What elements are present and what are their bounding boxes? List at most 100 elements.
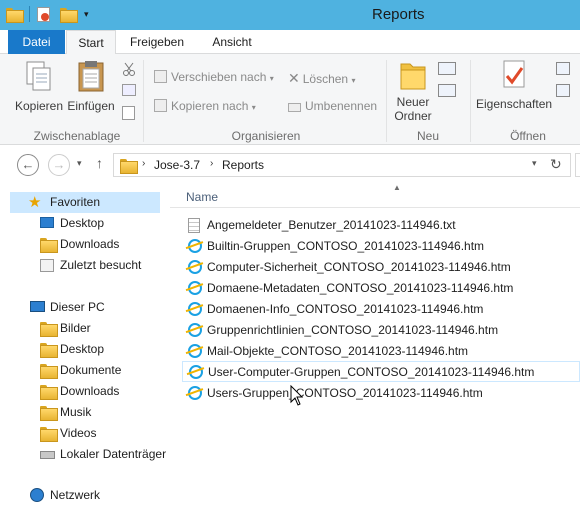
delete-label: Löschen <box>302 72 349 86</box>
nav-item-desktop[interactable]: Desktop <box>38 213 168 234</box>
recent-locations-dropdown[interactable]: ▾ <box>77 158 82 169</box>
breadcrumb-separator-icon[interactable]: › <box>210 158 213 169</box>
nav-item-label: Downloads <box>60 237 120 251</box>
copy-to-button[interactable]: Kopieren nach ▾ <box>154 99 256 113</box>
file-name: Angemeldeter_Benutzer_20141023-114946.tx… <box>207 218 456 232</box>
breadcrumb-separator-icon[interactable]: › <box>142 158 145 169</box>
nav-item-this-pc[interactable]: Dieser PC <box>10 297 160 318</box>
list-item[interactable]: Domaene-Metadaten_CONTOSO_20141023-11494… <box>182 278 580 299</box>
new-group-label: Neu <box>416 129 439 143</box>
edit-icon[interactable] <box>556 84 570 97</box>
ie-html-icon <box>188 239 202 253</box>
properties-quick-icon[interactable] <box>37 6 50 22</box>
tab-share[interactable]: Freigeben <box>124 30 190 54</box>
sort-ascending-icon: ▲ <box>393 183 401 192</box>
nav-item-pictures[interactable]: Bilder <box>38 318 168 339</box>
new-folder-label-1: Neuer <box>396 95 430 109</box>
tab-file[interactable]: Datei <box>8 30 65 54</box>
copy-path-icon[interactable] <box>122 84 136 96</box>
nav-item-network[interactable]: Netzwerk <box>10 485 160 506</box>
file-name: Builtin-Gruppen_CONTOSO_20141023-114946.… <box>207 239 485 253</box>
title-bar: ▾ Reports <box>0 0 580 30</box>
rename-button[interactable]: Umbenennen <box>288 99 377 113</box>
breadcrumb-item[interactable]: Reports <box>222 158 264 172</box>
quick-access-toolbar: ▾ <box>6 6 89 23</box>
address-dropdown-icon[interactable]: ▾ <box>532 158 537 169</box>
new-item-icon[interactable] <box>438 62 456 75</box>
folder-icon <box>120 159 138 174</box>
breadcrumb-item[interactable]: Jose-3.7 <box>154 158 200 172</box>
videos-folder-icon <box>40 427 58 442</box>
paste-button[interactable]: Einfügen <box>66 60 116 113</box>
tab-view[interactable]: Ansicht <box>204 30 260 54</box>
new-folder-button[interactable]: Neuer Ordner <box>392 58 434 123</box>
open-icon[interactable] <box>556 62 570 75</box>
nav-item-documents[interactable]: Dokumente <box>38 360 168 381</box>
navigation-pane: ★ Favoriten Desktop Downloads Zuletzt be… <box>0 183 170 506</box>
search-input[interactable] <box>575 153 580 177</box>
nav-item-pc-downloads[interactable]: Downloads <box>38 381 168 402</box>
copy-to-icon <box>154 99 167 112</box>
nav-item-downloads[interactable]: Downloads <box>38 234 168 255</box>
downloads-folder-icon <box>40 238 58 253</box>
list-item[interactable]: Mail-Objekte_CONTOSO_20141023-114946.htm <box>182 341 580 362</box>
list-item[interactable]: Builtin-Gruppen_CONTOSO_20141023-114946.… <box>182 236 580 257</box>
move-to-icon <box>154 70 167 83</box>
file-name: Mail-Objekte_CONTOSO_20141023-114946.htm <box>207 344 469 358</box>
desktop-folder-icon <box>40 343 58 358</box>
window-title: Reports <box>372 6 425 23</box>
back-button[interactable]: ← <box>17 154 39 176</box>
nav-item-label: Bilder <box>60 321 91 335</box>
ie-html-icon <box>188 302 202 316</box>
new-folder-quick-icon[interactable] <box>60 7 78 23</box>
nav-item-label: Musik <box>60 405 92 419</box>
list-item[interactable]: Computer-Sicherheit_CONTOSO_20141023-114… <box>182 257 580 278</box>
nav-item-favorites[interactable]: ★ Favoriten <box>10 192 160 213</box>
mouse-pointer-icon <box>290 385 304 406</box>
list-item[interactable]: User-Computer-Gruppen_CONTOSO_20141023-1… <box>182 361 580 382</box>
chevron-down-icon: ▾ <box>251 103 256 112</box>
tab-start[interactable]: Start <box>66 30 116 55</box>
nav-item-videos[interactable]: Videos <box>38 423 168 444</box>
nav-item-music[interactable]: Musik <box>38 402 168 423</box>
clipboard-group-label: Zwischenablage <box>33 129 121 143</box>
easy-access-icon[interactable] <box>438 84 456 97</box>
column-header-name[interactable]: Name <box>186 190 218 204</box>
list-item[interactable]: Angemeldeter_Benutzer_20141023-114946.tx… <box>182 215 580 236</box>
group-separator <box>143 60 144 142</box>
nav-item-recent[interactable]: Zuletzt besucht <box>38 255 168 276</box>
nav-item-local-disk[interactable]: Lokaler Datenträger <box>38 444 168 465</box>
file-name: Users-Gruppen_CONTOSO_20141023-114946.ht… <box>207 386 483 400</box>
nav-item-label: Netzwerk <box>50 488 101 502</box>
ie-html-icon <box>189 365 203 379</box>
toolbar-separator <box>29 6 30 22</box>
list-item[interactable]: Domaenen-Info_CONTOSO_20141023-114946.ht… <box>182 299 580 320</box>
list-item[interactable]: Users-Gruppen_CONTOSO_20141023-114946.ht… <box>182 383 580 404</box>
copy-button[interactable]: Kopieren <box>14 60 64 113</box>
file-name: Computer-Sicherheit_CONTOSO_20141023-114… <box>207 260 511 274</box>
list-item[interactable]: Gruppenrichtlinien_CONTOSO_20141023-1149… <box>182 320 580 341</box>
nav-item-pc-desktop[interactable]: Desktop <box>38 339 168 360</box>
refresh-icon[interactable]: ↻ <box>550 156 562 173</box>
move-to-button[interactable]: Verschieben nach ▾ <box>154 70 274 84</box>
file-name: User-Computer-Gruppen_CONTOSO_20141023-1… <box>208 365 535 379</box>
forward-button[interactable]: → <box>48 154 70 176</box>
recent-places-icon <box>40 259 54 272</box>
delete-button[interactable]: ✕ Löschen ▾ <box>288 70 355 87</box>
network-icon <box>30 488 44 502</box>
nav-item-label: Zuletzt besucht <box>60 258 142 272</box>
nav-item-label: Lokaler Datenträger <box>60 447 167 461</box>
properties-button[interactable]: Eigenschaften <box>476 58 552 111</box>
new-folder-label-2: Ordner <box>394 109 432 123</box>
address-bar[interactable]: › Jose-3.7 › Reports ▾ ↻ <box>113 153 571 177</box>
customize-quick-access-icon[interactable]: ▾ <box>84 9 89 20</box>
ie-html-icon <box>188 260 202 274</box>
paste-shortcut-icon[interactable] <box>122 106 135 120</box>
cut-icon[interactable] <box>122 62 136 79</box>
pictures-folder-icon <box>40 322 58 337</box>
move-to-label: Verschieben nach <box>171 70 267 84</box>
nav-item-label: Favoriten <box>50 195 101 209</box>
up-button[interactable]: ↑ <box>96 155 103 171</box>
nav-item-label: Downloads <box>60 384 120 398</box>
paste-label: Einfügen <box>67 99 115 113</box>
